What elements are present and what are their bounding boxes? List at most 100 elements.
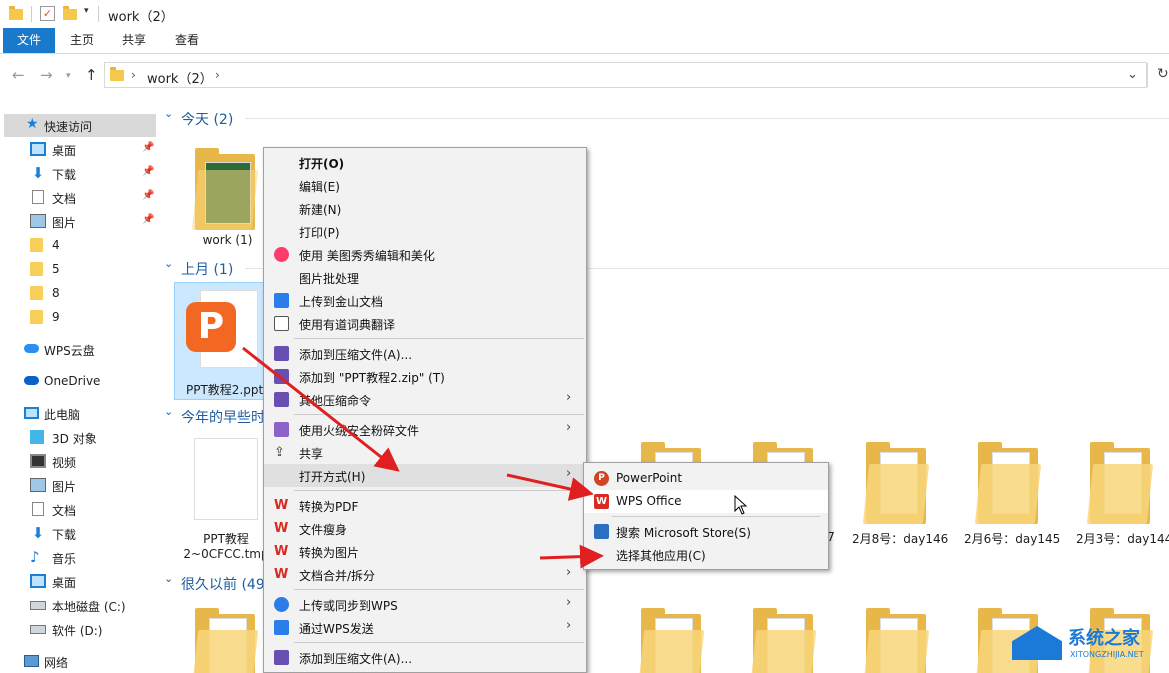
sidebar-item-folder-4[interactable]: 4 — [4, 234, 156, 257]
folder-icon — [30, 262, 43, 276]
menu-item-open[interactable]: 打开(O) — [264, 151, 586, 174]
chevron-down-icon[interactable]: ⌄ — [1127, 67, 1138, 82]
group-header-long-ago[interactable]: 很久以前 (49 — [181, 574, 264, 594]
archive-icon — [274, 650, 289, 665]
tab-share[interactable]: 共享 — [114, 28, 154, 53]
recent-locations-icon[interactable]: ▾ — [66, 71, 71, 81]
chevron-right-icon: › — [566, 618, 572, 633]
menu-item-sync-wps[interactable]: 上传或同步到WPS › — [264, 593, 586, 616]
menu-item-add-archive-2[interactable]: 添加到压缩文件(A)... — [264, 646, 586, 669]
tab-view[interactable]: 查看 — [167, 28, 207, 53]
folder-icon[interactable] — [637, 608, 705, 673]
menu-item-merge-split[interactable]: W 文档合并/拆分 › — [264, 563, 586, 586]
file-name-line2[interactable]: 2~0CFCC.tmp — [180, 547, 272, 561]
sidebar-item-desktop[interactable]: 桌面 📌 — [4, 138, 156, 161]
sidebar-item-this-pc[interactable]: 此电脑 — [4, 402, 156, 425]
menu-item-print[interactable]: 打印(P) — [264, 220, 586, 243]
menu-item-to-pdf[interactable]: W 转换为PDF — [264, 494, 586, 517]
sidebar-item-downloads[interactable]: ⬇ 下载 📌 — [4, 162, 156, 185]
file-name[interactable]: work (1) — [180, 233, 275, 247]
sidebar-item-pictures-pc[interactable]: 图片 — [4, 474, 156, 497]
divider — [245, 118, 1169, 119]
menu-item-meitu[interactable]: 使用 美图秀秀编辑和美化 — [264, 243, 586, 266]
sidebar-item-onedrive[interactable]: OneDrive — [4, 370, 156, 393]
breadcrumb-separator[interactable]: › — [215, 68, 220, 82]
folder-icon[interactable] — [974, 442, 1042, 524]
folder-icon[interactable] — [862, 442, 930, 524]
sidebar-item-network[interactable]: 网络 — [4, 650, 156, 673]
sidebar-item-documents[interactable]: 文档 📌 — [4, 186, 156, 209]
group-header-last-month[interactable]: 上月 (1) — [181, 259, 233, 279]
folder-icon[interactable] — [1086, 442, 1154, 524]
tab-home[interactable]: 主页 — [62, 28, 102, 53]
menu-item-other-compress[interactable]: 其他压缩命令 › — [264, 388, 586, 411]
sidebar-item-drive-c[interactable]: 本地磁盘 (C:) — [4, 594, 156, 617]
star-icon: ★ — [26, 116, 39, 132]
new-folder-icon[interactable] — [63, 6, 77, 20]
breadcrumb-separator: › — [131, 68, 136, 82]
sidebar-item-folder-9[interactable]: 9 — [4, 306, 156, 329]
menu-item-powerpoint[interactable]: P PowerPoint — [584, 467, 828, 490]
menu-item-add-archive[interactable]: 添加到压缩文件(A)... — [264, 342, 586, 365]
group-header-today[interactable]: 今天 (2) — [181, 109, 233, 129]
menu-item-open-with[interactable]: 打开方式(H) › — [264, 464, 586, 487]
file-name-line1[interactable]: PPT教程 — [180, 530, 272, 547]
up-icon[interactable]: ↑ — [85, 66, 98, 84]
menu-item-new[interactable]: 新建(N) — [264, 197, 586, 220]
menu-item-slim-file[interactable]: W 文件瘦身 — [264, 517, 586, 540]
sidebar-item-downloads-pc[interactable]: ⬇ 下载 — [4, 522, 156, 545]
menu-item-youdao[interactable]: 使用有道词典翻译 — [264, 312, 586, 335]
sidebar-item-videos[interactable]: 视频 — [4, 450, 156, 473]
menu-item-label: 其他压缩命令 — [299, 394, 372, 408]
sidebar-item-wps-cloud[interactable]: WPS云盘 — [4, 338, 156, 361]
menu-item-ms-store[interactable]: 搜索 Microsoft Store(S) — [584, 520, 828, 543]
menu-item-choose-other-app[interactable]: 选择其他应用(C) — [584, 543, 828, 566]
chevron-down-icon[interactable]: ⌄ — [164, 572, 173, 585]
sidebar-item-desktop-pc[interactable]: 桌面 — [4, 570, 156, 593]
drive-icon — [30, 601, 46, 610]
sidebar-item-3d-objects[interactable]: 3D 对象 — [4, 426, 156, 449]
chevron-down-icon[interactable]: ⌄ — [164, 107, 173, 120]
sidebar-item-folder-8[interactable]: 8 — [4, 282, 156, 305]
menu-item-huorong-shred[interactable]: 使用火绒安全粉碎文件 › — [264, 418, 586, 441]
menu-item-wps-office[interactable]: W WPS Office — [584, 490, 828, 513]
group-header-earlier-this-year[interactable]: 今年的早些时 — [181, 407, 264, 427]
forward-icon[interactable]: → — [40, 66, 53, 84]
menu-item-add-zip[interactable]: 添加到 "PPT教程2.zip" (T) — [264, 365, 586, 388]
sidebar-item-folder-5[interactable]: 5 — [4, 258, 156, 281]
sidebar-item-label: WPS云盘 — [44, 344, 95, 358]
menu-item-edit[interactable]: 编辑(E) — [264, 174, 586, 197]
customize-toolbar-icon[interactable]: ▾ — [84, 6, 89, 16]
menu-separator — [294, 414, 584, 415]
menu-item-share[interactable]: ⇪ 共享 — [264, 441, 586, 464]
folder-icon[interactable] — [191, 608, 259, 673]
folder-icon[interactable] — [749, 608, 817, 673]
menu-item-kdocs[interactable]: 上传到金山文档 — [264, 289, 586, 312]
file-name[interactable]: 2月8号：day146 — [852, 530, 948, 547]
sidebar-item-pictures[interactable]: 图片 📌 — [4, 210, 156, 233]
file-name[interactable]: 2月3号：day144 — [1076, 530, 1169, 547]
folder-work1-icon[interactable] — [191, 148, 259, 230]
refresh-icon[interactable]: ↻ — [1157, 66, 1169, 82]
properties-icon[interactable]: ✓ — [40, 6, 55, 21]
menu-item-send-wps[interactable]: 通过WPS发送 › — [264, 616, 586, 639]
menu-item-to-image[interactable]: W 转换为图片 — [264, 540, 586, 563]
sidebar-item-documents-pc[interactable]: 文档 — [4, 498, 156, 521]
sidebar-item-label: 9 — [52, 310, 60, 324]
back-icon[interactable]: ← — [12, 66, 25, 84]
sidebar-item-music[interactable]: ♪ 音乐 — [4, 546, 156, 569]
sidebar-item-quick-access[interactable]: ★ 快速访问 — [4, 114, 156, 137]
sidebar-item-label: 图片 — [52, 216, 77, 230]
chevron-down-icon[interactable]: ⌄ — [164, 405, 173, 418]
sidebar-item-drive-d[interactable]: 软件 (D:) — [4, 618, 156, 641]
sidebar-item-label: 此电脑 — [44, 408, 81, 422]
menu-item-batch-images[interactable]: 图片批处理 — [264, 266, 586, 289]
tab-file[interactable]: 文件 — [3, 28, 55, 53]
breadcrumb[interactable]: work（2） — [147, 68, 213, 87]
address-bar[interactable] — [104, 62, 1147, 88]
chevron-down-icon[interactable]: ⌄ — [164, 257, 173, 270]
file-name[interactable]: 2月6号：day145 — [964, 530, 1060, 547]
folder-icon[interactable] — [862, 608, 930, 673]
tmp-file-icon[interactable] — [194, 438, 258, 520]
file-name[interactable]: PPT教程2.pptx — [174, 381, 270, 398]
